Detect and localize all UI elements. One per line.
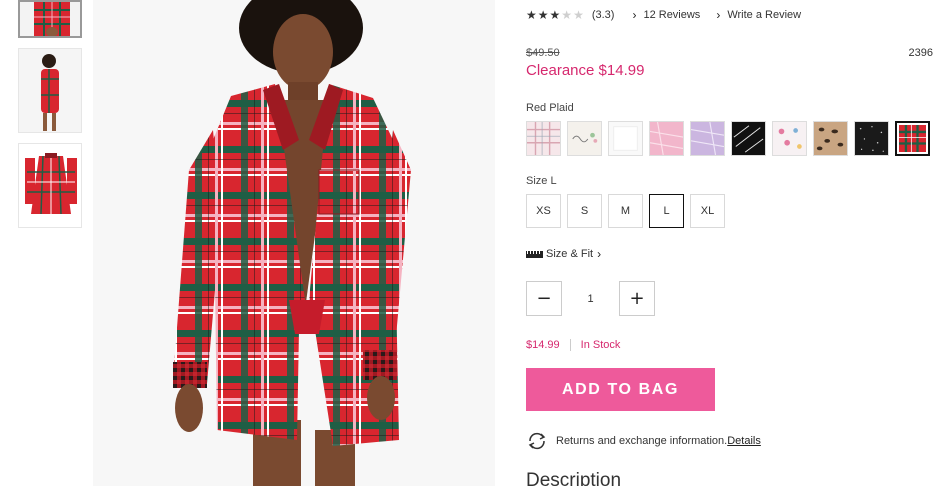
divider [569, 339, 571, 351]
size-options: XS S M L XL [526, 194, 725, 228]
color-label: Red Plaid [526, 102, 574, 114]
size-option-xl[interactable]: XL [690, 194, 725, 228]
write-review-link[interactable]: › Write a Review [716, 8, 801, 22]
product-details: ★ ★ ★ ★ ★ (3.3) › 12 Reviews › Write a R… [526, 0, 933, 486]
stock-status: In Stock [580, 339, 621, 351]
swatch-floral-script[interactable] [567, 121, 602, 156]
size-option-m[interactable]: M [608, 194, 643, 228]
quantity-decrease-button[interactable]: − [526, 281, 562, 316]
star-empty-icon: ★ [573, 8, 584, 22]
size-fit-label: Size & Fit [546, 248, 594, 260]
color-swatches [526, 121, 930, 156]
thumbnail-side[interactable] [18, 48, 82, 133]
swatch-black-script[interactable] [731, 121, 766, 156]
rating-value: (3.3) [591, 9, 615, 21]
size-option-l[interactable]: L [649, 194, 684, 228]
size-label: Size L [526, 175, 557, 187]
write-review-label: Write a Review [727, 9, 802, 21]
returns-info: Returns and exchange information. Detail… [526, 432, 761, 450]
size-fit-link[interactable]: Size & Fit › [526, 247, 601, 261]
swatch-pink-plaid[interactable] [526, 121, 561, 156]
quantity-stepper: − 1 + [526, 281, 655, 316]
star-icon: ★ [526, 8, 537, 22]
star-icon: ★ [537, 8, 549, 22]
star-icon: ★ [549, 8, 561, 22]
swatch-pink-sweater[interactable] [649, 121, 684, 156]
quantity-increase-button[interactable]: + [619, 281, 655, 316]
product-main-image[interactable] [93, 0, 495, 486]
clearance-price: Clearance $14.99 [526, 62, 645, 79]
stock-price: $14.99 [526, 339, 560, 351]
returns-text: Returns and exchange information. [556, 435, 728, 447]
size-option-s[interactable]: S [567, 194, 602, 228]
swatch-leopard[interactable] [813, 121, 848, 156]
add-to-bag-button[interactable]: ADD TO BAG [526, 368, 715, 411]
reviews-link[interactable]: › 12 Reviews [632, 8, 700, 22]
swatch-lilac-sweater[interactable] [690, 121, 725, 156]
original-price: $49.50 [526, 47, 560, 59]
swatch-black-sparkle[interactable] [854, 121, 889, 156]
stock-row: $14.99 In Stock [526, 339, 620, 351]
chevron-right-icon: › [632, 8, 637, 22]
thumbnail-list [18, 0, 82, 238]
chevron-right-icon: › [597, 247, 602, 261]
size-option-xs[interactable]: XS [526, 194, 561, 228]
thumbnail-back[interactable] [18, 143, 82, 228]
reviews-link-label: 12 Reviews [643, 9, 701, 21]
item-number: 2396 [908, 47, 933, 59]
chevron-right-icon: › [716, 8, 721, 22]
ruler-icon [526, 250, 543, 258]
swatch-pink-pattern[interactable] [772, 121, 807, 156]
star-empty-icon: ★ [561, 8, 573, 22]
quantity-value[interactable]: 1 [562, 293, 619, 305]
returns-cycle-icon [528, 432, 546, 450]
description-heading: Description [526, 470, 622, 486]
swatch-white[interactable] [608, 121, 643, 156]
rating-stars: ★ ★ ★ ★ ★ [526, 9, 584, 21]
swatch-red-plaid[interactable] [895, 121, 930, 156]
returns-details-link[interactable]: Details [727, 435, 761, 447]
rating-row: ★ ★ ★ ★ ★ (3.3) › 12 Reviews › Write a R… [526, 8, 817, 22]
thumbnail-front[interactable] [18, 0, 82, 38]
